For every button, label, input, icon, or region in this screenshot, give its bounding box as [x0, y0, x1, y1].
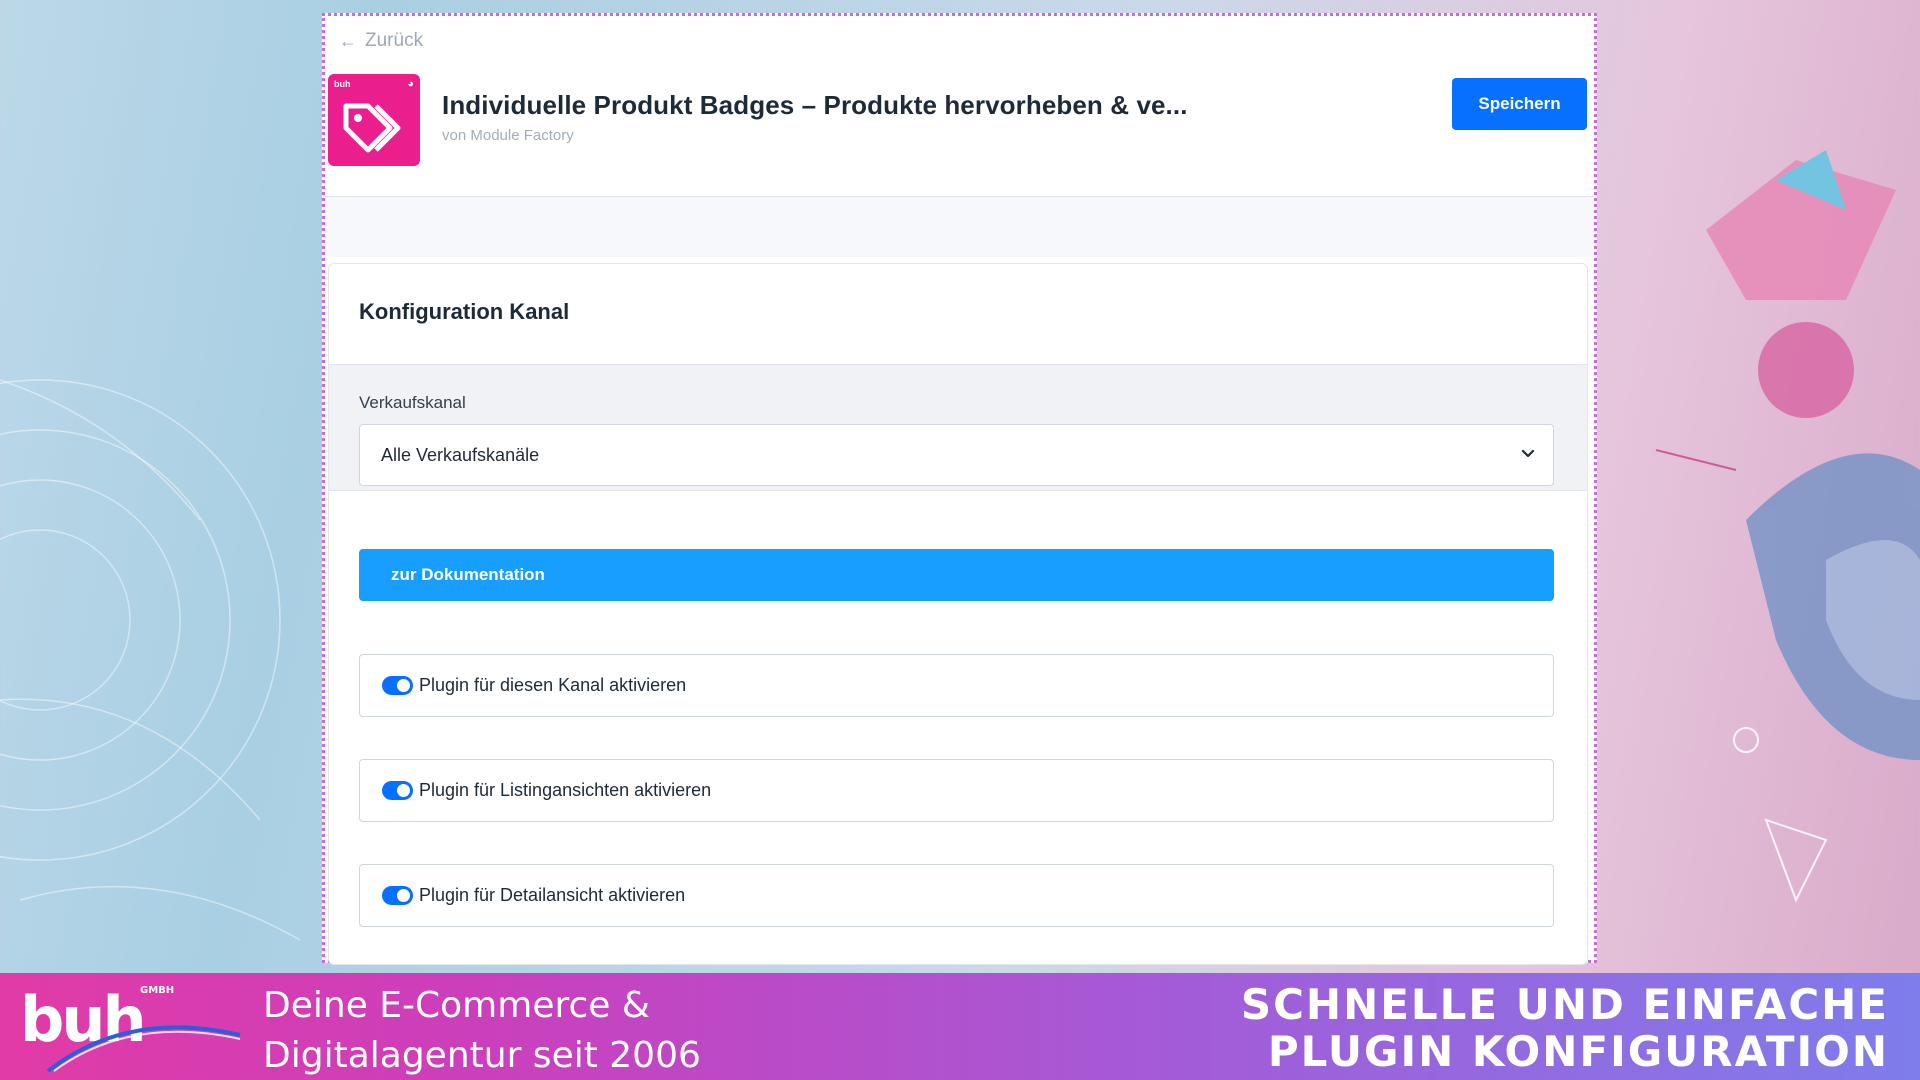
- brand-logo: buh GMBH: [20, 983, 241, 1073]
- back-link[interactable]: ← Zurück: [339, 30, 423, 52]
- banner-tagline-line2: Digitalagentur seit 2006: [263, 1035, 701, 1076]
- chevron-down-icon: [1521, 449, 1535, 458]
- toggle-row-detail: Plugin für Detailansicht aktivieren: [359, 864, 1554, 927]
- banner-headline-line2: PLUGIN KONFIGURATION: [1267, 1027, 1889, 1076]
- background-decoration-right: [1655, 150, 1920, 903]
- banner-tagline-line1: Deine E-Commerce &: [263, 985, 650, 1026]
- toggle-row-channel: Plugin für diesen Kanal aktivieren: [359, 654, 1554, 717]
- sales-channel-value: Alle Verkaufskanäle: [381, 444, 540, 465]
- background-decoration-left: [0, 379, 301, 941]
- channel-config-card: Konfiguration Kanal Verkaufskanal Alle V…: [328, 263, 1588, 965]
- sales-channel-section: Verkaufskanal Alle Verkaufskanäle: [329, 364, 1587, 491]
- documentation-button[interactable]: zur Dokumentation: [359, 549, 1554, 601]
- toggle-row-listing: Plugin für Listingansichten aktivieren: [359, 759, 1554, 822]
- banner-headline-line1: SCHNELLE UND EINFACHE: [1240, 980, 1889, 1029]
- sales-channel-label: Verkaufskanal: [359, 393, 466, 412]
- plugin-config-panel: ← Zurück buh ◕ Individuelle Produkt Badg…: [322, 13, 1597, 965]
- corner-badge-icon: ◕: [407, 78, 414, 90]
- toggle-label-channel: Plugin für diesen Kanal aktivieren: [419, 675, 687, 695]
- save-button[interactable]: Speichern: [1452, 78, 1587, 130]
- toggle-label-listing: Plugin für Listingansichten aktivieren: [419, 780, 712, 800]
- sales-channel-select[interactable]: Alle Verkaufskanäle: [359, 424, 1554, 486]
- toggle-label-detail: Plugin für Detailansicht aktivieren: [419, 885, 686, 905]
- tag-icon: [343, 103, 401, 153]
- app-vendor: von Module Factory: [442, 127, 574, 144]
- toggle-switch-channel[interactable]: [382, 676, 413, 695]
- banner-headline: SCHNELLE UND EINFACHE PLUGIN KONFIGURATI…: [1241, 981, 1889, 1075]
- arrow-left-icon: ←: [339, 31, 357, 51]
- content-spacer: [325, 197, 1594, 257]
- app-icon-brand: buh: [334, 79, 351, 89]
- svg-text:GMBH: GMBH: [140, 985, 174, 996]
- app-icon: buh ◕: [328, 74, 420, 166]
- toggle-switch-listing[interactable]: [382, 781, 413, 800]
- bottom-banner: buh GMBH Deine E-Commerce & Digitalagent…: [0, 973, 1920, 1080]
- banner-tagline: Deine E-Commerce & Digitalagentur seit 2…: [263, 981, 701, 1080]
- svg-text:buh: buh: [20, 983, 144, 1056]
- card-title: Konfiguration Kanal: [359, 299, 570, 324]
- toggle-switch-detail[interactable]: [382, 886, 413, 905]
- back-label: Zurück: [365, 30, 424, 51]
- app-title: Individuelle Produkt Badges – Produkte h…: [442, 90, 1188, 120]
